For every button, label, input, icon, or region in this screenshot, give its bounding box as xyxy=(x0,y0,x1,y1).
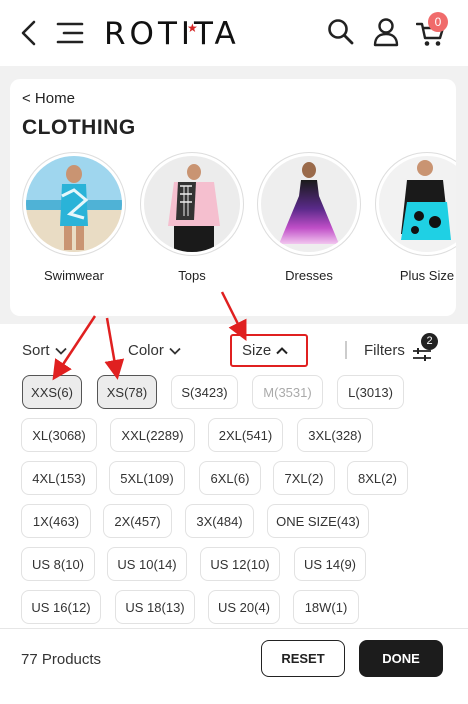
brand-logo[interactable]: ROTITA ★ xyxy=(104,14,240,54)
account-icon[interactable] xyxy=(372,17,400,47)
category-item-tops[interactable]: Tops xyxy=(140,152,244,283)
hamburger-menu-icon[interactable] xyxy=(56,20,84,46)
filter-toolbar: Sort Color Size Filters 2 xyxy=(0,324,468,374)
size-chip[interactable]: XXS(6) xyxy=(22,375,82,409)
logo-star-icon: ★ xyxy=(187,21,198,35)
product-grid-peek xyxy=(0,688,468,704)
search-icon[interactable] xyxy=(327,18,355,46)
size-chip[interactable]: S(3423) xyxy=(171,375,238,409)
size-chip[interactable]: ONE SIZE(43) xyxy=(267,504,369,538)
size-chip[interactable]: 2X(457) xyxy=(103,504,172,538)
size-chip[interactable]: XS(78) xyxy=(97,375,157,409)
category-label: Plus Size xyxy=(399,268,455,283)
category-card: < Home CLOTHING Swimwear Tops Dresses Pl… xyxy=(10,79,456,316)
size-chip[interactable]: US 10(14) xyxy=(107,547,187,581)
size-chip[interactable]: 18W(1) xyxy=(293,590,359,624)
filter-footer: 77 Products RESET DONE xyxy=(0,628,468,688)
size-chip[interactable]: US 16(12) xyxy=(21,590,101,624)
size-chip[interactable]: 1X(463) xyxy=(21,504,91,538)
back-arrow-icon[interactable] xyxy=(18,19,40,47)
dresses-image xyxy=(261,156,357,252)
size-chip[interactable]: L(3013) xyxy=(337,375,404,409)
filters-button[interactable]: Filters xyxy=(364,342,405,359)
size-chip[interactable]: XXL(2289) xyxy=(110,418,195,452)
filters-count-badge: 2 xyxy=(421,333,438,350)
size-chip[interactable]: 8XL(2) xyxy=(347,461,408,495)
filters-label: Filters xyxy=(364,342,405,359)
plus-size-image xyxy=(379,156,456,252)
category-label: Tops xyxy=(178,268,206,283)
size-chip[interactable]: US 18(13) xyxy=(115,590,195,624)
top-header: ROTITA ★ 0 xyxy=(0,0,468,66)
size-chip[interactable]: 3XL(328) xyxy=(297,418,373,452)
size-chip[interactable]: 5XL(109) xyxy=(109,461,185,495)
category-thumbnail xyxy=(257,152,361,256)
size-chip[interactable]: 6XL(6) xyxy=(199,461,261,495)
category-item-plus-size[interactable]: Plus Size xyxy=(375,152,456,283)
size-chip[interactable]: US 8(10) xyxy=(21,547,95,581)
chevron-down-icon xyxy=(169,347,181,355)
page-title: CLOTHING xyxy=(22,116,136,139)
category-thumbnail xyxy=(22,152,126,256)
category-thumbnail xyxy=(140,152,244,256)
cart-count-badge: 0 xyxy=(428,12,448,32)
color-dropdown[interactable]: Color xyxy=(128,342,181,359)
size-chip[interactable]: US 20(4) xyxy=(208,590,280,624)
size-chip[interactable]: US 14(9) xyxy=(294,547,366,581)
chevron-down-icon xyxy=(54,347,67,355)
size-chip[interactable]: US 12(10) xyxy=(200,547,280,581)
size-chip[interactable]: M(3531) xyxy=(252,375,323,409)
sort-label: Sort xyxy=(22,342,50,359)
category-item-swimwear[interactable]: Swimwear xyxy=(22,152,126,283)
category-item-dresses[interactable]: Dresses xyxy=(257,152,361,283)
reset-button[interactable]: RESET xyxy=(261,640,345,677)
sort-dropdown[interactable]: Sort xyxy=(22,342,67,359)
category-label: Swimwear xyxy=(44,268,104,283)
size-chip[interactable]: 4XL(153) xyxy=(21,461,97,495)
filter-panel: Sort Color Size Filters 2 XXS(6) XS(78) … xyxy=(0,324,468,628)
brand-logo-text: ROTITA xyxy=(104,16,240,52)
breadcrumb-home[interactable]: < Home xyxy=(22,90,75,107)
products-count: 77 Products xyxy=(21,651,102,668)
done-button[interactable]: DONE xyxy=(359,640,443,677)
size-chip[interactable]: XL(3068) xyxy=(21,418,97,452)
category-label: Dresses xyxy=(285,268,333,283)
swimwear-image xyxy=(26,156,122,252)
tops-image xyxy=(144,156,240,252)
size-chip[interactable]: 2XL(541) xyxy=(208,418,283,452)
size-highlight-annotation xyxy=(230,334,308,367)
color-label: Color xyxy=(128,342,164,359)
size-chip[interactable]: 7XL(2) xyxy=(273,461,335,495)
category-thumbnail xyxy=(375,152,456,256)
toolbar-divider xyxy=(345,341,347,359)
size-chip[interactable]: 3X(484) xyxy=(185,504,254,538)
